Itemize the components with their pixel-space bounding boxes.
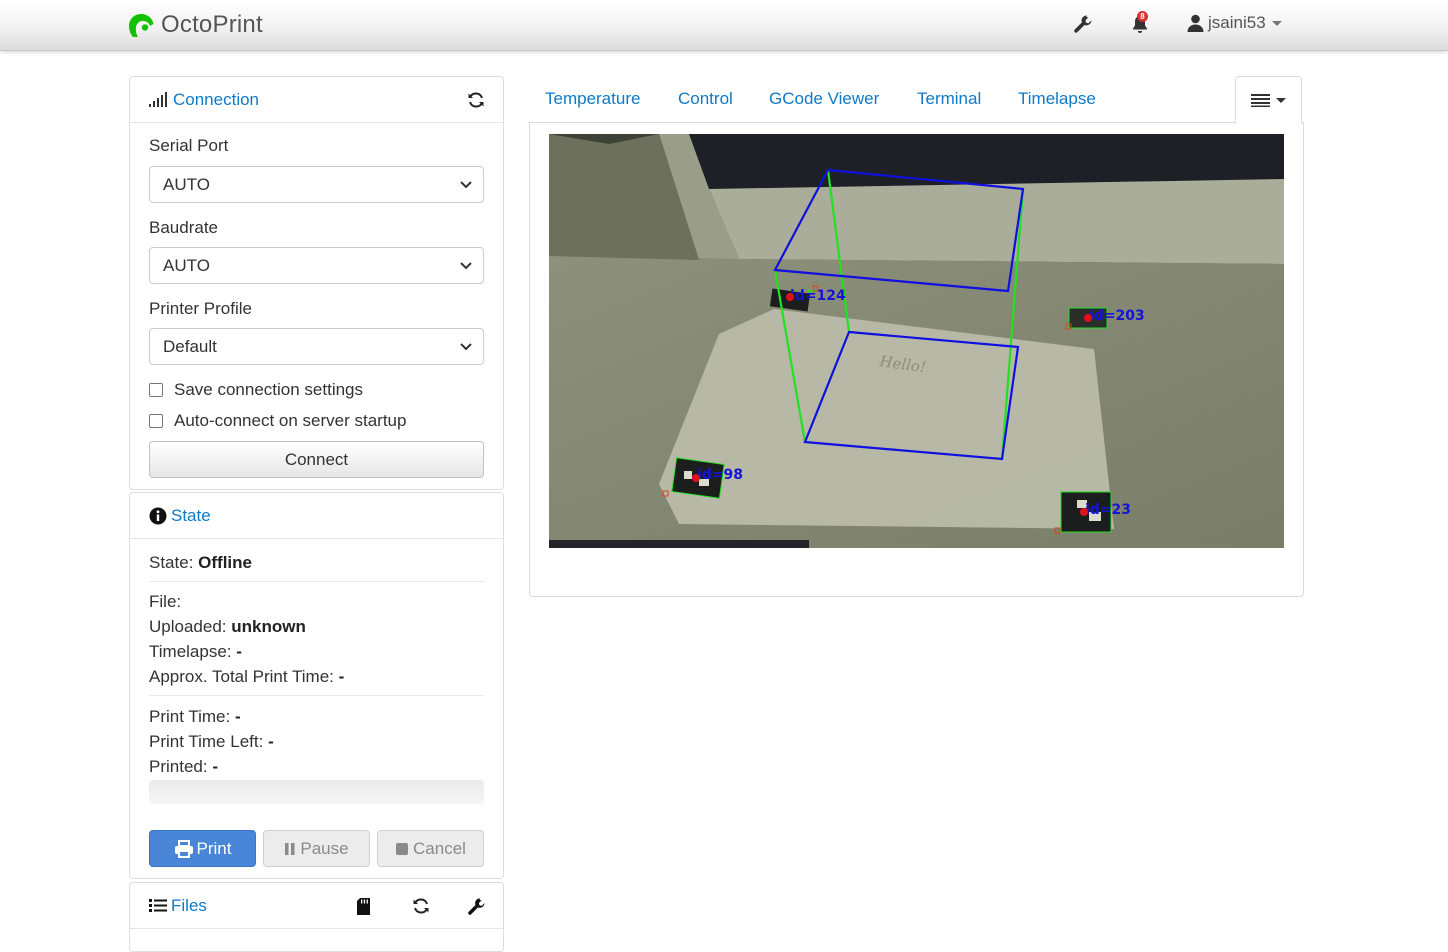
pause-icon [285,842,295,855]
username: jsaini53 [1208,13,1266,32]
serial-port-value: AUTO [163,175,210,194]
uploaded-value: unknown [231,617,306,636]
print-time-line: Print Time: - [149,707,241,727]
state-status-value: Offline [198,553,252,572]
baudrate-value: AUTO [163,256,210,275]
printed-line: Printed: - [149,757,218,777]
tab-control[interactable]: Control [678,89,733,109]
autoconnect-checkbox[interactable] [149,414,163,428]
printed-value: - [212,757,218,776]
marker-label-23: id=23 [1085,502,1131,518]
uploaded-line: Uploaded: unknown [149,617,306,637]
main-tabs: Temperature Control GCode Viewer Termina… [528,76,1304,124]
chevron-down-icon [1276,97,1286,103]
printed-label: Printed: [149,757,208,776]
state-header[interactable]: State [130,493,503,539]
marker-label-203: id=203 [1089,308,1145,324]
notifications-badge: 8 [1137,11,1148,22]
files-title: Files [171,895,207,915]
uploaded-label: Uploaded: [149,617,227,636]
total-print-time-line: Approx. Total Print Time: - [149,667,344,687]
user-menu[interactable]: jsaini53 [1187,13,1282,33]
webcam-stream: Hello! id=124 id=203 id=98 id=23 [549,134,1284,548]
marker-label-98: id=98 [697,467,743,483]
print-progress-bar [149,780,484,804]
save-connection-settings-row[interactable]: Save connection settings [149,380,363,400]
refresh-icon[interactable] [410,895,432,917]
pause-button-label: Pause [300,838,349,858]
divider [149,695,484,696]
print-time-left-line: Print Time Left: - [149,732,274,752]
print-button[interactable]: Print [149,830,256,867]
brand-name: OctoPrint [161,11,263,38]
tab-temperature[interactable]: Temperature [545,89,640,109]
connection-header[interactable]: Connection [130,77,503,123]
save-settings-checkbox[interactable] [149,383,163,397]
sd-card-icon[interactable] [352,895,374,917]
print-button-label: Print [196,838,232,858]
printer-icon [174,839,193,858]
stop-icon [396,842,409,855]
autoconnect-row[interactable]: Auto-connect on server startup [149,411,406,431]
baudrate-select[interactable]: AUTO [149,247,484,284]
tab-gcode-viewer[interactable]: GCode Viewer [769,89,879,109]
connect-button[interactable]: Connect [149,441,484,478]
refresh-icon[interactable] [465,89,487,111]
print-time-label: Print Time: [149,707,231,726]
files-panel: Files [129,882,504,952]
cancel-button[interactable]: Cancel [377,830,484,867]
top-navbar: OctoPrint 8 jsaini53 [0,0,1448,51]
hamburger-icon [1251,94,1270,107]
total-print-time-value: - [338,667,345,686]
notifications-bell-icon[interactable]: 8 [1129,11,1151,35]
timelapse-line: Timelapse: - [149,642,242,662]
octoprint-logo-icon [129,14,154,37]
timelapse-value: - [236,642,242,661]
print-time-value: - [234,707,241,726]
files-header[interactable]: Files [130,883,503,929]
list-icon [149,899,167,912]
print-time-left-label: Print Time Left: [149,732,264,751]
state-panel: State State: Offline File: Uploaded: unk… [129,492,504,879]
chevron-down-icon [460,262,472,270]
divider [149,581,484,582]
file-line: File: [149,592,181,612]
info-icon [149,507,167,524]
printer-profile-label: Printer Profile [149,299,252,318]
pause-button[interactable]: Pause [263,830,370,867]
user-icon [1187,14,1204,32]
total-print-time-label: Approx. Total Print Time: [149,667,334,686]
serial-port-select[interactable]: AUTO [149,166,484,203]
save-settings-label: Save connection settings [174,380,364,399]
state-title: State [171,505,211,525]
signal-icon [149,92,167,107]
chevron-down-icon [460,181,472,189]
baudrate-label: Baudrate [149,218,218,237]
serial-port-label: Serial Port [149,136,229,155]
settings-wrench-icon[interactable] [1072,13,1094,35]
connection-panel: Connection Serial Port AUTO Baudrate AUT… [129,76,504,490]
printer-profile-value: Default [163,337,217,356]
tab-overflow-menu[interactable] [1235,76,1302,124]
state-status-label: State: [149,553,194,572]
tab-terminal[interactable]: Terminal [917,89,981,109]
chevron-down-icon [1271,20,1282,26]
wrench-icon[interactable] [465,895,487,917]
autoconnect-label: Auto-connect on server startup [174,411,407,430]
connection-title: Connection [173,89,260,109]
chevron-down-icon [460,343,472,351]
timelapse-label: Timelapse: [149,642,232,661]
state-status: State: Offline [149,553,252,573]
cancel-button-label: Cancel [413,838,466,858]
print-time-left-value: - [268,732,274,751]
printer-profile-select[interactable]: Default [149,328,484,365]
file-label: File: [149,592,182,611]
tab-timelapse[interactable]: Timelapse [1018,89,1096,109]
brand[interactable]: OctoPrint [128,11,263,39]
